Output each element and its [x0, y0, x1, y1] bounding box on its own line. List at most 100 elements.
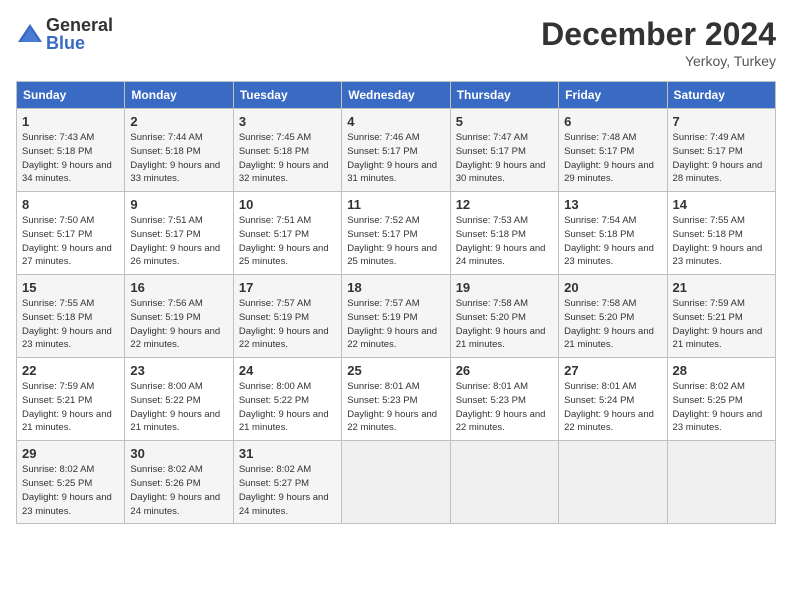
title-block: December 2024 Yerkoy, Turkey — [541, 16, 776, 69]
day-info: Sunrise: 7:55 AMSunset: 5:18 PMDaylight:… — [22, 297, 119, 352]
calendar-cell: 13 Sunrise: 7:54 AMSunset: 5:18 PMDayligh… — [559, 192, 667, 275]
day-number: 7 — [673, 114, 770, 129]
day-info: Sunrise: 7:54 AMSunset: 5:18 PMDaylight:… — [564, 214, 661, 269]
month-title: December 2024 — [541, 16, 776, 53]
day-number: 25 — [347, 363, 444, 378]
calendar-cell: 14 Sunrise: 7:55 AMSunset: 5:18 PMDayligh… — [667, 192, 775, 275]
day-number: 5 — [456, 114, 553, 129]
day-info: Sunrise: 7:50 AMSunset: 5:17 PMDaylight:… — [22, 214, 119, 269]
day-header-sunday: Sunday — [17, 82, 125, 109]
calendar-cell: 30 Sunrise: 8:02 AMSunset: 5:26 PMDayligh… — [125, 441, 233, 524]
day-info: Sunrise: 8:01 AMSunset: 5:24 PMDaylight:… — [564, 380, 661, 435]
day-number: 1 — [22, 114, 119, 129]
calendar-week-row: 1 Sunrise: 7:43 AMSunset: 5:18 PMDaylight… — [17, 109, 776, 192]
day-info: Sunrise: 7:57 AMSunset: 5:19 PMDaylight:… — [347, 297, 444, 352]
day-number: 30 — [130, 446, 227, 461]
day-number: 19 — [456, 280, 553, 295]
calendar-week-row: 22Sunrise: 7:59 AMSunset: 5:21 PMDayligh… — [17, 358, 776, 441]
day-header-thursday: Thursday — [450, 82, 558, 109]
calendar-cell: 6Sunrise: 7:48 AMSunset: 5:17 PMDaylight… — [559, 109, 667, 192]
calendar-cell: 2 Sunrise: 7:44 AMSunset: 5:18 PMDaylight… — [125, 109, 233, 192]
calendar-cell: 16 Sunrise: 7:56 AMSunset: 5:19 PMDayligh… — [125, 275, 233, 358]
calendar-cell: 9Sunrise: 7:51 AMSunset: 5:17 PMDaylight… — [125, 192, 233, 275]
day-info: Sunrise: 7:58 AMSunset: 5:20 PMDaylight:… — [564, 297, 661, 352]
calendar-cell: 10Sunrise: 7:51 AMSunset: 5:17 PMDayligh… — [233, 192, 341, 275]
day-info: Sunrise: 8:01 AMSunset: 5:23 PMDaylight:… — [456, 380, 553, 435]
calendar-cell: 20 Sunrise: 7:58 AMSunset: 5:20 PMDayligh… — [559, 275, 667, 358]
calendar-cell: 23Sunrise: 8:00 AMSunset: 5:22 PMDayligh… — [125, 358, 233, 441]
day-number: 29 — [22, 446, 119, 461]
day-info: Sunrise: 7:49 AMSunset: 5:17 PMDaylight:… — [673, 131, 770, 186]
calendar-cell: 22Sunrise: 7:59 AMSunset: 5:21 PMDayligh… — [17, 358, 125, 441]
day-number: 6 — [564, 114, 661, 129]
day-number: 22 — [22, 363, 119, 378]
day-number: 20 — [564, 280, 661, 295]
calendar-cell: 29 Sunrise: 8:02 AMSunset: 5:25 PMDayligh… — [17, 441, 125, 524]
day-number: 24 — [239, 363, 336, 378]
calendar-week-row: 29 Sunrise: 8:02 AMSunset: 5:25 PMDayligh… — [17, 441, 776, 524]
day-info: Sunrise: 7:52 AMSunset: 5:17 PMDaylight:… — [347, 214, 444, 269]
day-number: 18 — [347, 280, 444, 295]
day-header-wednesday: Wednesday — [342, 82, 450, 109]
day-info: Sunrise: 8:00 AMSunset: 5:22 PMDaylight:… — [239, 380, 336, 435]
day-number: 2 — [130, 114, 227, 129]
calendar-cell: 15 Sunrise: 7:55 AMSunset: 5:18 PMDayligh… — [17, 275, 125, 358]
calendar-cell — [559, 441, 667, 524]
day-header-friday: Friday — [559, 82, 667, 109]
day-info: Sunrise: 7:44 AMSunset: 5:18 PMDaylight:… — [130, 131, 227, 186]
calendar-cell: 21Sunrise: 7:59 AMSunset: 5:21 PMDayligh… — [667, 275, 775, 358]
day-info: Sunrise: 7:46 AMSunset: 5:17 PMDaylight:… — [347, 131, 444, 186]
day-number: 31 — [239, 446, 336, 461]
day-info: Sunrise: 7:43 AMSunset: 5:18 PMDaylight:… — [22, 131, 119, 186]
calendar-cell: 17Sunrise: 7:57 AMSunset: 5:19 PMDayligh… — [233, 275, 341, 358]
header-row: SundayMondayTuesdayWednesdayThursdayFrid… — [17, 82, 776, 109]
day-number: 23 — [130, 363, 227, 378]
logo: General Blue — [16, 16, 113, 52]
day-number: 9 — [130, 197, 227, 212]
day-info: Sunrise: 7:55 AMSunset: 5:18 PMDaylight:… — [673, 214, 770, 269]
calendar-cell: 31Sunrise: 8:02 AMSunset: 5:27 PMDayligh… — [233, 441, 341, 524]
day-number: 11 — [347, 197, 444, 212]
calendar-cell — [667, 441, 775, 524]
calendar-cell: 28 Sunrise: 8:02 AMSunset: 5:25 PMDayligh… — [667, 358, 775, 441]
calendar-cell: 7 Sunrise: 7:49 AMSunset: 5:17 PMDaylight… — [667, 109, 775, 192]
calendar-cell — [342, 441, 450, 524]
calendar-week-row: 15 Sunrise: 7:55 AMSunset: 5:18 PMDayligh… — [17, 275, 776, 358]
logo-icon — [16, 20, 44, 48]
calendar-week-row: 8 Sunrise: 7:50 AMSunset: 5:17 PMDaylight… — [17, 192, 776, 275]
day-number: 10 — [239, 197, 336, 212]
calendar-cell: 24 Sunrise: 8:00 AMSunset: 5:22 PMDayligh… — [233, 358, 341, 441]
day-number: 15 — [22, 280, 119, 295]
day-info: Sunrise: 8:02 AMSunset: 5:25 PMDaylight:… — [673, 380, 770, 435]
day-number: 27 — [564, 363, 661, 378]
day-number: 8 — [22, 197, 119, 212]
day-info: Sunrise: 8:02 AMSunset: 5:26 PMDaylight:… — [130, 463, 227, 518]
location-text: Yerkoy, Turkey — [541, 53, 776, 69]
logo-blue-text: Blue — [46, 34, 113, 52]
calendar-cell: 18 Sunrise: 7:57 AMSunset: 5:19 PMDayligh… — [342, 275, 450, 358]
calendar-cell: 27 Sunrise: 8:01 AMSunset: 5:24 PMDayligh… — [559, 358, 667, 441]
day-number: 12 — [456, 197, 553, 212]
calendar-cell: 3Sunrise: 7:45 AMSunset: 5:18 PMDaylight… — [233, 109, 341, 192]
day-info: Sunrise: 7:45 AMSunset: 5:18 PMDaylight:… — [239, 131, 336, 186]
calendar-cell: 12 Sunrise: 7:53 AMSunset: 5:18 PMDayligh… — [450, 192, 558, 275]
day-number: 4 — [347, 114, 444, 129]
day-info: Sunrise: 7:53 AMSunset: 5:18 PMDaylight:… — [456, 214, 553, 269]
day-info: Sunrise: 7:56 AMSunset: 5:19 PMDaylight:… — [130, 297, 227, 352]
day-number: 17 — [239, 280, 336, 295]
day-number: 14 — [673, 197, 770, 212]
day-info: Sunrise: 7:58 AMSunset: 5:20 PMDaylight:… — [456, 297, 553, 352]
day-header-monday: Monday — [125, 82, 233, 109]
day-header-saturday: Saturday — [667, 82, 775, 109]
day-number: 16 — [130, 280, 227, 295]
day-number: 13 — [564, 197, 661, 212]
day-info: Sunrise: 7:47 AMSunset: 5:17 PMDaylight:… — [456, 131, 553, 186]
day-number: 28 — [673, 363, 770, 378]
calendar-cell: 8 Sunrise: 7:50 AMSunset: 5:17 PMDaylight… — [17, 192, 125, 275]
calendar-cell: 11 Sunrise: 7:52 AMSunset: 5:17 PMDayligh… — [342, 192, 450, 275]
calendar-cell: 19 Sunrise: 7:58 AMSunset: 5:20 PMDayligh… — [450, 275, 558, 358]
day-header-tuesday: Tuesday — [233, 82, 341, 109]
page-header: General Blue December 2024 Yerkoy, Turke… — [16, 16, 776, 69]
day-info: Sunrise: 8:02 AMSunset: 5:25 PMDaylight:… — [22, 463, 119, 518]
calendar-cell: 25Sunrise: 8:01 AMSunset: 5:23 PMDayligh… — [342, 358, 450, 441]
